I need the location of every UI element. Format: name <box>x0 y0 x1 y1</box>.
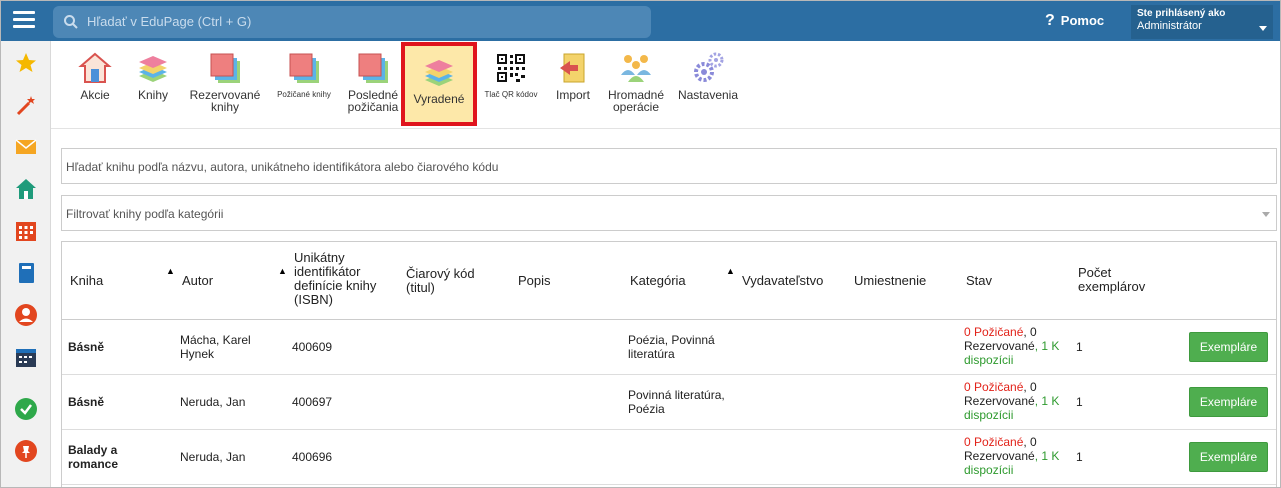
cell-author: Neruda, Jan <box>180 450 246 464</box>
cell-isbn: 400697 <box>292 395 333 409</box>
cell-author: Neruda, Jan <box>180 395 246 409</box>
books-table: Kniha ▲ Autor ▲ Unikátny identifikátor d… <box>61 241 1277 487</box>
user-label: Ste prihlásený ako <box>1137 8 1226 19</box>
stacked-cards-icon <box>289 53 319 83</box>
import-icon <box>560 53 585 83</box>
top-bar: Hľadať v EduPage (Ctrl + G) ? Pomoc Ste p… <box>1 1 1280 41</box>
house-door-icon <box>78 52 112 83</box>
tool-pozicane-knihy[interactable]: Požičané knihy <box>271 51 337 101</box>
stacked-cards-icon <box>210 53 240 83</box>
user-menu[interactable]: Ste prihlásený ako Administrátor <box>1131 5 1273 39</box>
book-search-input[interactable]: Hľadať knihu podľa názvu, autora, unikát… <box>61 148 1277 184</box>
cell-book-title: Básně <box>68 395 105 409</box>
cell-count: 1 <box>1076 450 1083 464</box>
tool-import[interactable]: Import <box>549 51 597 101</box>
tool-nastavenia[interactable]: Nastavenia <box>675 51 741 101</box>
header-ciarovy-kod[interactable]: Čiarový kód (titul) <box>406 267 496 295</box>
mail-icon[interactable] <box>14 135 38 159</box>
cell-book-title: Básně <box>68 340 105 354</box>
tool-tlac-qr-kodov[interactable]: Tlač QR kódov <box>483 51 539 101</box>
sidebar <box>1 41 51 487</box>
clock-calendar-icon[interactable] <box>14 345 38 369</box>
help-link[interactable]: ? Pomoc <box>1045 12 1104 30</box>
search-icon <box>64 15 78 29</box>
pin-icon[interactable] <box>14 439 38 463</box>
layered-books-icon <box>139 56 167 82</box>
users-group-icon <box>621 55 651 82</box>
qr-code-icon <box>497 54 525 82</box>
question-icon: ? <box>1045 12 1055 29</box>
cell-book-title: Balady a romance <box>68 443 119 471</box>
header-isbn[interactable]: Unikátny identifikátor definície knihy (… <box>294 251 394 307</box>
cell-isbn: 400609 <box>292 340 333 354</box>
star-icon[interactable] <box>14 51 38 75</box>
tool-knihy[interactable]: Knihy <box>131 51 175 101</box>
cell-category: Poézia, Povinná literatúra <box>628 333 715 361</box>
header-autor[interactable]: Autor <box>182 274 213 288</box>
cell-count: 1 <box>1076 340 1083 354</box>
cell-status: 0 Požičané, 0 Rezervované, 1 K dispozíci… <box>964 380 1060 422</box>
tool-vyradene[interactable]: Vyradené <box>401 42 477 126</box>
header-kniha[interactable]: Kniha <box>70 274 103 288</box>
header-kategoria[interactable]: Kategória <box>630 274 686 288</box>
global-search-placeholder: Hľadať v EduPage (Ctrl + G) <box>87 14 252 29</box>
tool-rezervovane-knihy[interactable]: Rezervované knihy <box>185 51 265 113</box>
stacked-cards-icon <box>358 53 388 83</box>
sort-arrow-icon[interactable]: ▲ <box>726 266 735 276</box>
tool-akcie[interactable]: Akcie <box>75 51 115 101</box>
header-umiestnenie[interactable]: Umiestnenie <box>854 274 926 288</box>
header-pocet-exemplarov[interactable]: Počet exemplárov <box>1078 266 1158 294</box>
gear-icon <box>694 52 724 82</box>
tool-hromadne-operacie[interactable]: Hromadné operácie <box>605 51 667 113</box>
book-icon[interactable] <box>14 261 38 285</box>
tool-posledne-pozicania[interactable]: Posledné požičania <box>343 51 403 113</box>
layered-books-icon <box>425 60 453 86</box>
library-toolbar: Akcie Knihy Rezervované knihy Požičané k… <box>51 41 1280 129</box>
header-popis[interactable]: Popis <box>518 274 551 288</box>
table-row: Básně Mácha, Karel Hynek 400609 Poézia, … <box>62 320 1276 375</box>
header-vydavatelstvo[interactable]: Vydavateľstvo <box>742 274 823 288</box>
exemplare-button[interactable]: Exempláre <box>1189 387 1268 417</box>
table-row: Balady a romance Neruda, Jan 400696 0 Po… <box>62 430 1276 485</box>
cell-status: 0 Požičané, 0 Rezervované, 1 K dispozíci… <box>964 325 1060 367</box>
sort-arrow-icon[interactable]: ▲ <box>166 266 175 276</box>
menu-icon[interactable] <box>13 11 35 31</box>
home-icon[interactable] <box>14 177 38 201</box>
sort-arrow-icon[interactable]: ▲ <box>278 266 287 276</box>
user-icon[interactable] <box>14 303 38 327</box>
chevron-down-icon <box>1259 26 1267 31</box>
cell-category: Povinná literatúra, Poézia <box>628 388 725 416</box>
header-stav[interactable]: Stav <box>966 274 992 288</box>
exemplare-button[interactable]: Exempláre <box>1189 332 1268 362</box>
cell-isbn: 400696 <box>292 450 333 464</box>
calendar-grid-icon[interactable] <box>14 219 38 243</box>
cell-status: 0 Požičané, 0 Rezervované, 1 K dispozíci… <box>964 435 1060 477</box>
table-header: Kniha ▲ Autor ▲ Unikátny identifikátor d… <box>62 242 1276 320</box>
exemplare-button[interactable]: Exempláre <box>1189 442 1268 472</box>
magic-wand-icon[interactable] <box>14 93 38 117</box>
cell-count: 1 <box>1076 395 1083 409</box>
check-icon[interactable] <box>14 397 38 421</box>
global-search-input[interactable]: Hľadať v EduPage (Ctrl + G) <box>53 6 651 38</box>
app-window: Hľadať v EduPage (Ctrl + G) ? Pomoc Ste p… <box>0 0 1281 488</box>
user-name: Administrátor <box>1137 20 1202 32</box>
chevron-down-icon <box>1262 212 1270 217</box>
cell-author: Mácha, Karel Hynek <box>180 333 251 361</box>
table-row: Básně Neruda, Jan 400697 Povinná literat… <box>62 375 1276 430</box>
category-filter-select[interactable]: Filtrovať knihy podľa kategórii <box>61 195 1277 231</box>
